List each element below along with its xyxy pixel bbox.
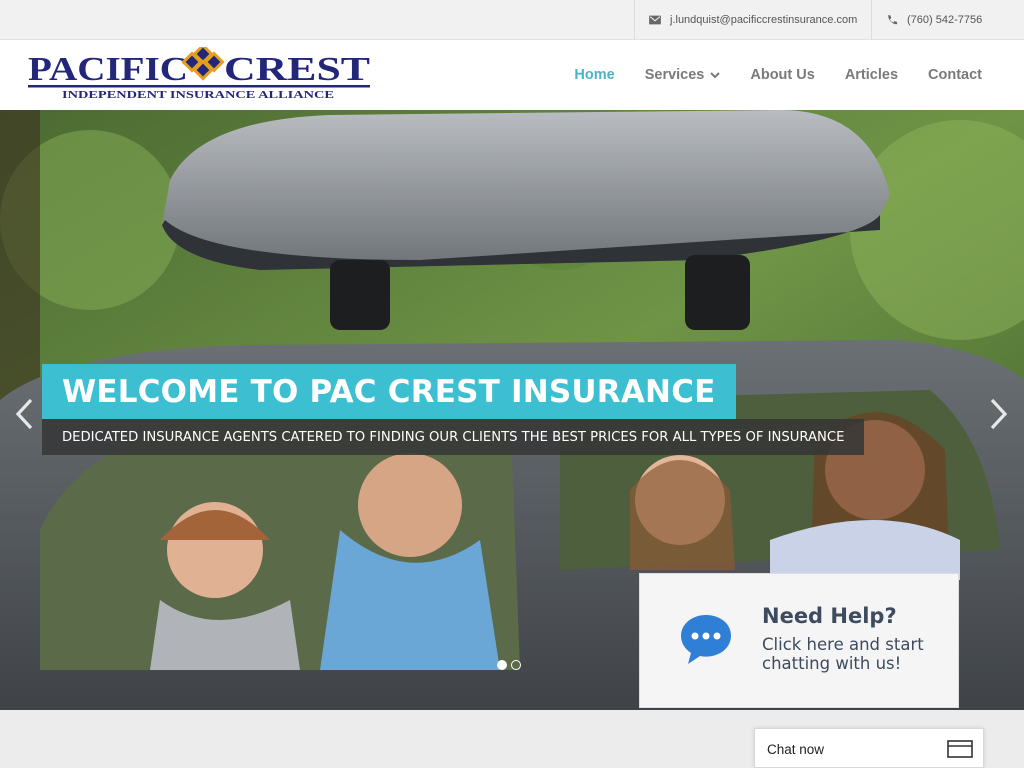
envelope-icon [649, 15, 661, 25]
email-contact[interactable]: j.lundquist@pacificcrestinsurance.com [634, 0, 872, 40]
hero-headline: WELCOME TO PAC CREST INSURANCE [42, 364, 736, 419]
need-help-chat-box[interactable]: Need Help? Click here and start chatting… [639, 573, 959, 708]
phone-text[interactable]: (760) 542-7756 [907, 14, 982, 26]
logo-tagline: INDEPENDENT INSURANCE ALLIANCE [62, 89, 334, 101]
chat-bubble-icon [681, 615, 731, 664]
phone-contact[interactable]: (760) 542-7756 [871, 0, 1024, 40]
slider-prev-arrow[interactable] [12, 396, 38, 432]
chevron-down-icon [710, 72, 721, 79]
chat-now-widget[interactable]: Chat now [754, 728, 984, 768]
nav-home[interactable]: Home [574, 67, 614, 83]
chat-now-label[interactable]: Chat now [767, 742, 824, 757]
main-nav: Home Services About Us Articles Contact [574, 40, 982, 110]
slider-pagination [497, 660, 521, 670]
need-help-title: Need Help? [762, 604, 897, 628]
chevron-right-icon [990, 398, 1008, 430]
email-text[interactable]: j.lundquist@pacificcrestinsurance.com [670, 14, 857, 26]
pacific-crest-logo[interactable]: PACIFIC CREST INDEPENDENT INSURANCE ALLI… [26, 47, 372, 102]
logo-left-text: PACIFIC [28, 51, 188, 88]
nav-contact[interactable]: Contact [928, 67, 982, 83]
hero-subline-text: DEDICATED INSURANCE AGENTS CATERED TO FI… [62, 429, 845, 445]
site-header: PACIFIC CREST INDEPENDENT INSURANCE ALLI… [0, 40, 1024, 110]
hero-subline: DEDICATED INSURANCE AGENTS CATERED TO FI… [42, 419, 865, 455]
slider-next-arrow[interactable] [985, 396, 1011, 432]
slider-dot-2[interactable] [511, 660, 521, 670]
window-icon[interactable] [947, 739, 973, 759]
contact-bar: j.lundquist@pacificcrestinsurance.com (7… [0, 0, 1024, 40]
nav-articles[interactable]: Articles [845, 67, 898, 83]
phone-icon [888, 15, 898, 25]
slider-dot-1[interactable] [497, 660, 507, 670]
chevron-left-icon [15, 398, 33, 430]
nav-services[interactable]: Services [645, 67, 721, 83]
need-help-text: Click here and start chatting with us! [762, 635, 924, 673]
hero-slider: WELCOME TO PAC CREST INSURANCE DEDICATED… [0, 110, 1024, 710]
hero-headline-text: WELCOME TO PAC CREST INSURANCE [62, 373, 716, 410]
logo-right-text: CREST [224, 51, 370, 88]
nav-about-us[interactable]: About Us [750, 67, 814, 83]
